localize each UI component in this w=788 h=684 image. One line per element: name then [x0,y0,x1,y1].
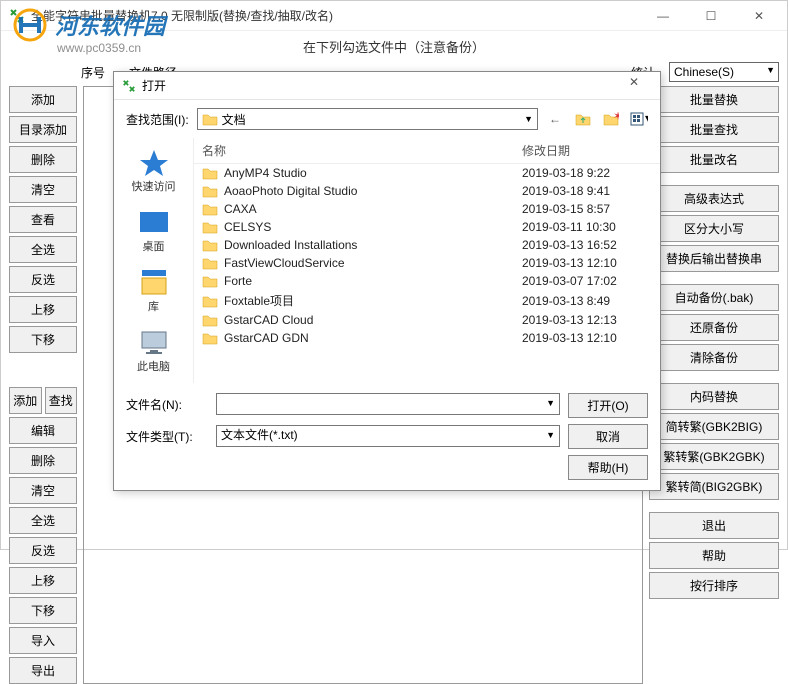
list-item[interactable]: GstarCAD Cloud2019-03-13 12:13 [194,311,660,329]
place-libraries[interactable]: 库 [114,264,193,318]
dialog-icon [122,79,136,93]
filetype-select[interactable]: 文本文件(*.txt) [216,425,560,447]
sort-lines-button[interactable]: 按行排序 [649,572,779,599]
add-button[interactable]: 添加 [9,86,77,113]
watermark-site: 河东软件园 [55,9,165,41]
view-button[interactable]: 查看 [9,206,77,233]
filename-label: 文件名(N): [126,396,206,413]
svg-text:✶: ✶ [613,112,619,123]
file-list-header: 名称 修改日期 [194,138,660,164]
watermark: 河东软件园 www.pc0359.cn [9,7,165,55]
clear2-button[interactable]: 清空 [9,477,77,504]
up2-button[interactable]: 上移 [9,567,77,594]
add-dir-button[interactable]: 目录添加 [9,116,77,143]
close-button[interactable]: ✕ [739,4,779,28]
big2gbk-button[interactable]: 繁转简(BIG2GBK) [649,473,779,500]
delete-button[interactable]: 删除 [9,146,77,173]
add2-button[interactable]: 添加 [9,387,42,414]
language-select[interactable]: Chinese(S) [669,62,779,82]
lookin-label: 查找范围(I): [126,111,189,128]
dialog-title: 打开 [142,77,616,94]
svg-text:▾: ▾ [645,112,648,125]
up-folder-icon[interactable] [574,110,592,128]
filename-input[interactable] [216,393,560,415]
open-file-dialog: 打开 ✕ 查找范围(I): 文档 ← ✶ ▾ 快速访问 [113,71,661,491]
folder-icon [202,202,218,216]
watermark-url: www.pc0359.cn [57,41,165,55]
auto-backup-button[interactable]: 自动备份(.bak) [649,284,779,311]
folder-icon [202,256,218,270]
import-button[interactable]: 导入 [9,627,77,654]
cancel-button[interactable]: 取消 [568,424,648,449]
dlg-help-button[interactable]: 帮助(H) [568,455,648,480]
batch-rename-button[interactable]: 批量改名 [649,146,779,173]
left-sidebar-1: 添加 目录添加 删除 清空 查看 全选 反选 上移 下移 添加 查找 编辑 删除… [9,86,77,684]
gbk2gbk-button[interactable]: 繁转繁(GBK2GBK) [649,443,779,470]
restore-backup-button[interactable]: 还原备份 [649,314,779,341]
select-all-button[interactable]: 全选 [9,236,77,263]
folder-icon [202,166,218,180]
col-name[interactable]: 名称 [202,142,522,159]
folder-icon [202,331,218,345]
select-all2-button[interactable]: 全选 [9,507,77,534]
maximize-button[interactable]: ☐ [691,4,731,28]
list-item[interactable]: CAXA2019-03-15 8:57 [194,200,660,218]
filetype-label: 文件类型(T): [126,428,206,445]
encoding-replace-button[interactable]: 内码替换 [649,383,779,410]
view-menu-icon[interactable]: ▾ [630,110,648,128]
place-desktop[interactable]: 桌面 [114,204,193,258]
invert2-button[interactable]: 反选 [9,537,77,564]
folder-icon [202,220,218,234]
folder-icon [202,274,218,288]
output-repl-button[interactable]: 替换后输出替换串 [649,245,779,272]
file-list-body[interactable]: AnyMP4 Studio2019-03-18 9:22AoaoPhoto Di… [194,164,660,383]
edit-button[interactable]: 编辑 [9,417,77,444]
exit-button[interactable]: 退出 [649,512,779,539]
export-button[interactable]: 导出 [9,657,77,684]
col-date[interactable]: 修改日期 [522,142,652,159]
open-button[interactable]: 打开(O) [568,393,648,418]
folder-icon [202,313,218,327]
site-logo-icon [9,7,51,43]
down2-button[interactable]: 下移 [9,597,77,624]
place-quick-access[interactable]: 快速访问 [114,144,193,198]
batch-find-button[interactable]: 批量查找 [649,116,779,143]
col-seq: 序号 [81,64,105,81]
case-sens-button[interactable]: 区分大小写 [649,215,779,242]
list-item[interactable]: Downloaded Installations2019-03-13 16:52 [194,236,660,254]
move-down-button[interactable]: 下移 [9,326,77,353]
invert-sel-button[interactable]: 反选 [9,266,77,293]
list-item[interactable]: CELSYS2019-03-11 10:30 [194,218,660,236]
folder-icon [202,238,218,252]
clear-button[interactable]: 清空 [9,176,77,203]
place-this-pc[interactable]: 此电脑 [114,324,193,378]
new-folder-icon[interactable]: ✶ [602,110,620,128]
dialog-close-button[interactable]: ✕ [616,75,652,97]
search-button[interactable]: 查找 [45,387,78,414]
list-item[interactable]: Forte2019-03-07 17:02 [194,272,660,290]
folder-icon [202,294,218,308]
places-bar: 快速访问 桌面 库 此电脑 网络 [114,138,194,383]
folder-icon [202,184,218,198]
help-button[interactable]: 帮助 [649,542,779,569]
clear-backup-button[interactable]: 清除备份 [649,344,779,371]
minimize-button[interactable]: — [643,4,683,28]
list-item[interactable]: AnyMP4 Studio2019-03-18 9:22 [194,164,660,182]
list-item[interactable]: Foxtable项目2019-03-13 8:49 [194,290,660,311]
list-item[interactable]: FastViewCloudService2019-03-13 12:10 [194,254,660,272]
gbk2big-button[interactable]: 简转繁(GBK2BIG) [649,413,779,440]
move-up-button[interactable]: 上移 [9,296,77,323]
back-icon[interactable]: ← [546,110,564,128]
lookin-combo[interactable]: 文档 [197,108,538,130]
folder-icon [202,112,218,126]
delete2-button[interactable]: 删除 [9,447,77,474]
batch-replace-button[interactable]: 批量替换 [649,86,779,113]
right-sidebar: 批量替换 批量查找 批量改名 高级表达式 区分大小写 替换后输出替换串 自动备份… [649,86,779,684]
list-item[interactable]: GstarCAD GDN2019-03-13 12:10 [194,329,660,347]
adv-regex-button[interactable]: 高级表达式 [649,185,779,212]
list-item[interactable]: AoaoPhoto Digital Studio2019-03-18 9:41 [194,182,660,200]
